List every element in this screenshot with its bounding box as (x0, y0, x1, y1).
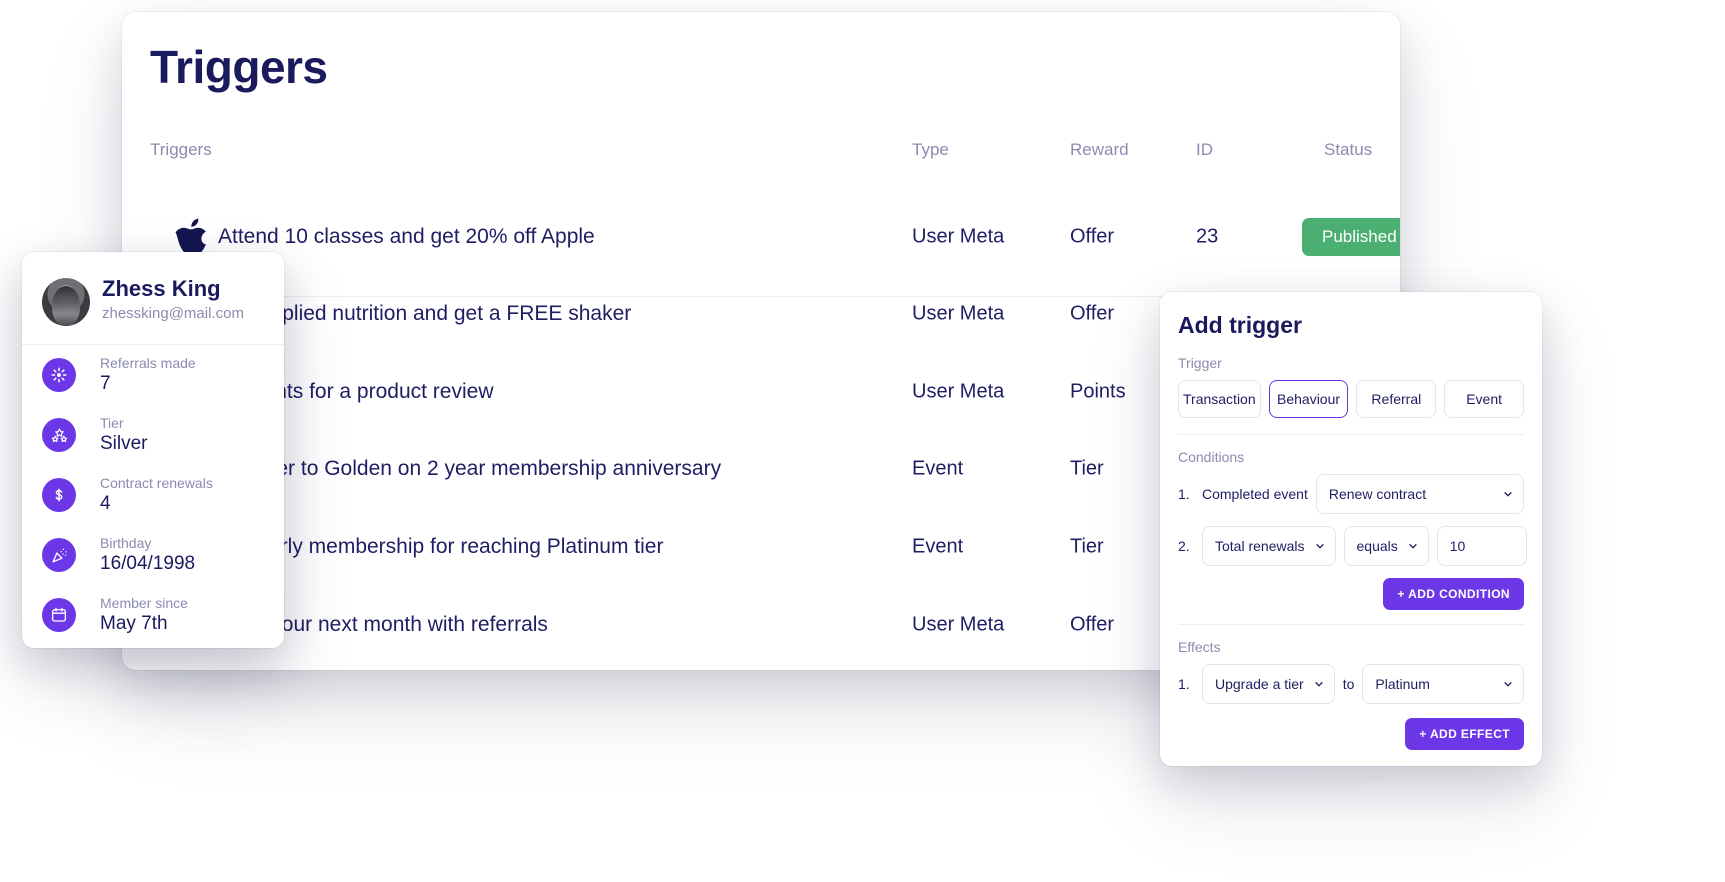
condition-row-1: 1. Completed event Renew contract (1178, 474, 1524, 514)
condition-label: Completed event (1202, 486, 1308, 502)
dollar-icon (42, 478, 76, 512)
condition-number: 2. (1178, 538, 1190, 554)
party-popper-icon (42, 538, 76, 572)
apple-icon (172, 218, 210, 256)
tab-referral[interactable]: Referral (1356, 380, 1437, 418)
effects-label: Effects (1178, 639, 1221, 655)
section-divider (1178, 434, 1524, 435)
condition-row-2: 2. Total renewals equals (1178, 526, 1527, 566)
page-title: Triggers (150, 41, 328, 93)
screen: Triggers Triggers Type Reward ID Status … (0, 0, 1725, 882)
table-header: Triggers Type Reward ID Status (150, 122, 1400, 297)
chevron-down-icon (1504, 492, 1512, 497)
column-header-reward: Reward (1070, 140, 1129, 159)
profile-name: Zhess King (102, 276, 221, 301)
trigger-type: Event (912, 535, 964, 557)
select-value: Renew contract (1328, 486, 1427, 502)
add-trigger-panel: Add trigger Trigger Transaction Behaviou… (1160, 292, 1542, 766)
section-divider (1178, 624, 1524, 625)
effect-joiner: to (1342, 676, 1355, 692)
add-effect-row: + ADD EFFECT (1178, 718, 1524, 750)
column-header-type: Type (912, 140, 949, 159)
sparkle-icon (42, 358, 76, 392)
stat-referrals-made: Referrals made 7 (22, 345, 284, 405)
stat-label: Contract renewals (100, 475, 213, 491)
stat-value: 4 (100, 493, 111, 514)
stat-value: Silver (100, 433, 148, 454)
trigger-name: Attend 10 classes and get 20% off Apple (218, 224, 595, 248)
add-condition-row: + ADD CONDITION (1178, 578, 1524, 610)
tab-transaction[interactable]: Transaction (1178, 380, 1261, 418)
trigger-reward: Tier (1070, 535, 1104, 557)
trigger-reward: Points (1070, 380, 1126, 402)
stat-label: Referrals made (100, 355, 196, 371)
calendar-icon (42, 598, 76, 632)
stat-birthday: Birthday 16/04/1998 (22, 525, 284, 585)
status-cell: Published (1302, 217, 1400, 256)
operator-select[interactable]: equals (1343, 526, 1429, 566)
add-effect-button[interactable]: + ADD EFFECT (1405, 718, 1524, 750)
chevron-down-icon (1315, 544, 1324, 549)
select-value: equals (1356, 538, 1398, 554)
trigger-type: User Meta (912, 225, 1005, 247)
profile-header: Zhess King zhessking@mail.com (22, 252, 284, 344)
stat-label: Member since (100, 595, 188, 611)
stat-label: Birthday (100, 535, 152, 551)
trigger-reward: Tier (1070, 457, 1104, 479)
select-value: Upgrade a tier (1215, 676, 1304, 692)
column-header-id: ID (1196, 140, 1213, 159)
effect-target-select[interactable]: Platinum (1362, 664, 1524, 704)
condition-value-input[interactable] (1436, 526, 1527, 566)
tab-behaviour[interactable]: Behaviour (1268, 380, 1349, 418)
chevron-down-icon (1409, 544, 1417, 549)
effect-row-1: 1. Upgrade a tier to Platinum (1178, 664, 1524, 704)
table-row[interactable]: Attend 10 classes and get 20% off Apple … (150, 198, 1400, 275)
effect-number: 1. (1178, 676, 1190, 692)
stat-value: May 7th (100, 613, 168, 634)
tab-event[interactable]: Event (1444, 380, 1525, 418)
trigger-name: off yearly membership for reaching Plati… (218, 534, 664, 558)
trigger-type: User Meta (912, 613, 1005, 635)
total-renewals-select[interactable]: Total renewals (1202, 526, 1336, 566)
trigger-type: Event (912, 457, 964, 479)
trigger-type: User Meta (912, 302, 1005, 324)
stat-value: 7 (100, 373, 111, 394)
add-trigger-title: Add trigger (1178, 312, 1302, 338)
avatar (42, 278, 90, 326)
trigger-type: User Meta (912, 380, 1005, 402)
chevron-down-icon (1504, 682, 1512, 687)
column-header-triggers: Triggers (150, 140, 212, 159)
trigger-name: rade tier to Golden on 2 year membership… (218, 456, 722, 480)
trigger-reward: Offer (1070, 225, 1115, 247)
condition-number: 1. (1178, 486, 1190, 502)
stat-label: Tier (100, 415, 124, 431)
stat-tier: Tier Silver (22, 405, 284, 465)
add-condition-button[interactable]: + ADD CONDITION (1383, 578, 1524, 610)
completed-event-select[interactable]: Renew contract (1315, 474, 1524, 514)
stat-member-since: Member since May 7th (22, 585, 284, 645)
conditions-label: Conditions (1178, 449, 1245, 465)
effect-action-select[interactable]: Upgrade a tier (1202, 664, 1335, 704)
trigger-type-tabs: Transaction Behaviour Referral Event (1178, 380, 1525, 418)
stat-contract-renewals: Contract renewals 4 (22, 465, 284, 525)
profile-email: zhessking@mail.com (102, 305, 244, 322)
stars-icon (42, 418, 76, 452)
profile-card: Zhess King zhessking@mail.com Referrals … (22, 252, 284, 648)
trigger-reward: Offer (1070, 613, 1115, 635)
status-badge: Published (1302, 217, 1400, 256)
stat-value: 16/04/1998 (100, 553, 196, 574)
select-value: Platinum (1375, 676, 1430, 692)
select-value: Total renewals (1215, 538, 1305, 554)
trigger-id: 23 (1196, 225, 1219, 247)
chevron-down-icon (1315, 682, 1323, 687)
trigger-section-label: Trigger (1178, 355, 1222, 371)
trigger-reward: Offer (1070, 302, 1115, 324)
column-header-status: Status (1324, 140, 1373, 159)
